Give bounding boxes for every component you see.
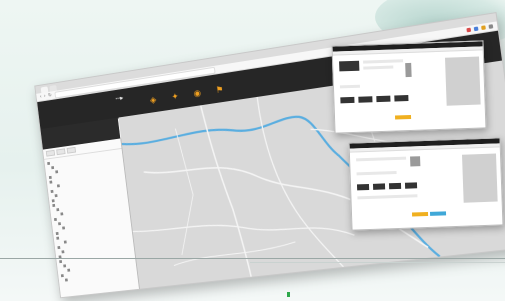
preview-panel[interactable] (348, 137, 504, 231)
mini-map (445, 56, 481, 106)
tool-button[interactable]: ✦ (164, 91, 185, 104)
divider (0, 258, 505, 259)
text-line (363, 65, 394, 70)
extension-icon[interactable] (473, 26, 479, 32)
menu-icon[interactable] (488, 24, 494, 29)
layer-tree (44, 149, 137, 285)
tree-node-icon (60, 273, 64, 277)
brand-mark (287, 292, 290, 297)
tool-icon: ✦ (170, 91, 180, 102)
tree-node-icon (50, 189, 54, 193)
thumbnail (404, 182, 418, 189)
thumbnail (372, 183, 386, 190)
sidebar-footer (61, 287, 143, 296)
flag-icon: ⚑ (215, 84, 225, 96)
tree-node-icon (57, 221, 61, 225)
tree-node-icon (55, 231, 59, 235)
road (133, 205, 355, 260)
tree-node-icon (60, 211, 64, 216)
text-line (356, 171, 397, 176)
layers-icon: ◈ (149, 94, 157, 105)
tree-node-icon (56, 207, 60, 211)
tree-node-icon (51, 198, 55, 202)
mini-map (462, 153, 498, 203)
road (166, 127, 200, 255)
tree-node-icon (53, 217, 57, 221)
thumbnail (394, 95, 409, 102)
secondary-button[interactable] (429, 211, 447, 216)
confirm-button[interactable] (394, 114, 412, 120)
tree-node-icon (56, 236, 60, 240)
confirm-button[interactable] (411, 211, 429, 217)
tree-node-icon (64, 278, 68, 282)
thumbnail (388, 182, 402, 190)
tree-node-icon (52, 203, 56, 207)
figure (410, 156, 421, 167)
thumbnail (356, 183, 370, 191)
tree-node-icon (63, 240, 67, 244)
tree-node-icon (48, 175, 52, 179)
reload-icon[interactable]: ↻ (48, 92, 52, 98)
flag-button[interactable]: ⚑ (209, 84, 231, 97)
tree-node-icon (57, 245, 61, 249)
layers-button[interactable]: ◈ (143, 94, 164, 107)
forward-icon[interactable]: › (44, 93, 46, 99)
tree-node-icon (54, 193, 58, 197)
tree-node-icon (61, 249, 65, 253)
sidebar-tool-button[interactable] (66, 146, 77, 154)
text-line (363, 59, 404, 64)
figure (405, 62, 412, 78)
tree-node-icon (56, 183, 60, 188)
thumbnail (376, 95, 391, 103)
thumbnail (339, 60, 360, 72)
search-icon: ◉ (192, 87, 202, 99)
extension-icon[interactable] (466, 27, 472, 33)
text-line (356, 156, 407, 162)
thumbnail (358, 96, 373, 103)
text-line (357, 194, 418, 200)
tree-node-icon (51, 165, 55, 169)
tree-node-icon (47, 161, 51, 165)
tree-node-icon (59, 259, 63, 263)
preview-panel[interactable] (331, 40, 487, 134)
sidebar-tool-button[interactable] (45, 149, 56, 157)
divider (250, 262, 505, 263)
sidebar-tool-button[interactable] (56, 148, 66, 156)
tree-node-icon (55, 169, 59, 174)
tree-node-icon (49, 180, 53, 184)
tree-node-icon (63, 263, 67, 268)
search-button[interactable]: ◉ (187, 88, 209, 101)
text-line (339, 84, 360, 89)
back-icon[interactable]: ‹ (40, 94, 42, 100)
tree-node-icon (67, 268, 71, 272)
thumbnail (340, 96, 355, 104)
tree-node-icon (62, 226, 65, 230)
app-logo: ⋯▸ (115, 95, 123, 103)
extension-icon[interactable] (481, 25, 486, 31)
